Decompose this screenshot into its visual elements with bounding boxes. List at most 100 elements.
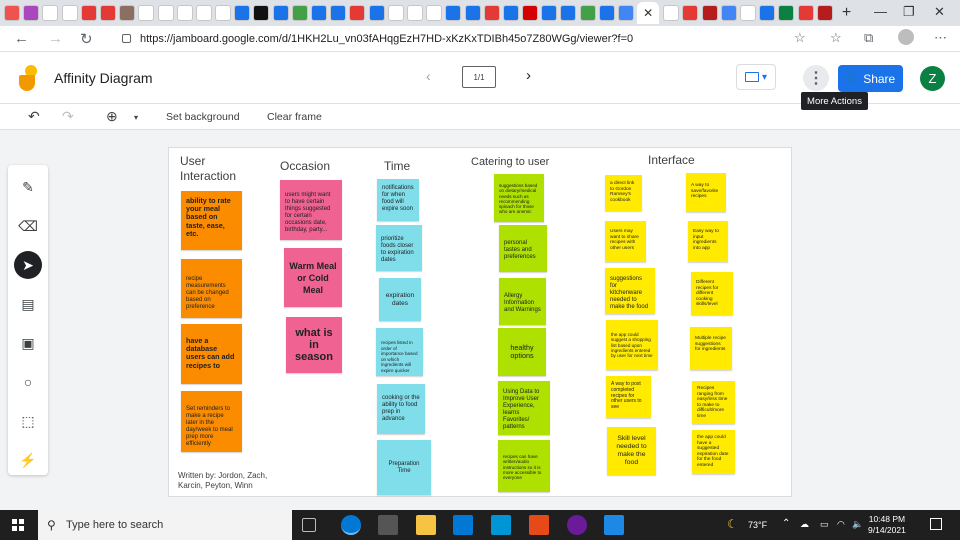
tray-chevron-icon[interactable]: ⌃ (782, 518, 790, 529)
new-tab-icon[interactable]: + (842, 4, 851, 22)
sticky-note[interactable]: have a database users can add recipes to (181, 324, 242, 384)
clock[interactable]: 10:48 PM 9/14/2021 (868, 514, 906, 536)
weather-text[interactable]: 73°F (748, 520, 767, 530)
sticky-note[interactable]: Multiple recipe suggestions for ingredie… (690, 327, 732, 370)
profile-icon[interactable] (898, 29, 914, 45)
battery-icon[interactable]: ▭ (820, 519, 829, 530)
browser-tab[interactable] (759, 5, 776, 21)
sticky-note[interactable]: healthy options (498, 328, 546, 376)
forward-arrow-icon[interactable]: → (48, 30, 63, 47)
sticky-note[interactable]: notifications for when food will expire … (377, 179, 419, 221)
vscode-icon[interactable] (604, 515, 624, 535)
sticky-note[interactable]: suggestions based on dietary/medical nee… (494, 174, 544, 222)
browser-tab[interactable] (42, 5, 59, 21)
laser-icon[interactable]: ⚡ (18, 450, 38, 470)
browser-tab[interactable] (157, 5, 174, 21)
sticky-note[interactable]: A way to post completed recipes for othe… (606, 376, 651, 418)
circle-shape-icon[interactable]: ○ (18, 372, 38, 392)
sticky-note[interactable]: personal tastes and preferences (499, 225, 547, 272)
browser-tab[interactable] (330, 5, 347, 21)
file-explorer-icon[interactable] (416, 515, 436, 535)
tray-app-icon[interactable]: ☁ (800, 519, 809, 530)
minimize-window-icon[interactable]: — (874, 4, 887, 19)
browser-tab[interactable] (406, 5, 423, 21)
pen-icon[interactable]: ✎ (18, 177, 38, 197)
sticky-note[interactable]: Allergy Information and Warnings (499, 278, 546, 325)
sticky-note[interactable]: Using Data to Improve User Experience, l… (498, 381, 550, 435)
browser-tab[interactable] (253, 5, 270, 21)
previous-frame-icon[interactable]: ‹ (426, 68, 431, 84)
browser-tab[interactable] (778, 5, 795, 21)
sticky-note[interactable]: Different recipes for different cooking … (691, 272, 733, 315)
share-button[interactable]: 👤 Share (838, 65, 903, 92)
office-icon[interactable] (529, 515, 549, 535)
sticky-note[interactable]: Skill level needed to make the food (607, 427, 656, 475)
browser-tab[interactable] (4, 5, 20, 21)
browser-tab[interactable] (99, 5, 116, 21)
browser-tab[interactable] (138, 5, 155, 21)
browser-tab[interactable] (272, 5, 289, 21)
browser-tab[interactable] (682, 5, 699, 21)
sticky-note[interactable]: Set reminders to make a recipe later in … (181, 391, 242, 452)
sticky-note[interactable]: users might want to have certain things … (280, 180, 342, 240)
wifi-icon[interactable]: ◠ (837, 519, 845, 530)
sticky-note[interactable]: Users may want to share recipes with oth… (605, 221, 646, 262)
browser-tab[interactable] (483, 5, 500, 21)
sticky-note[interactable]: A way to save/favorite recipes (686, 173, 726, 212)
next-frame-icon[interactable]: › (526, 67, 531, 84)
select-arrow-icon[interactable]: ➤ (14, 251, 42, 279)
set-background-button[interactable]: Set background (166, 111, 240, 123)
sticky-note[interactable]: Warm Meal or Cold Meal (284, 248, 342, 307)
more-actions-button[interactable]: ⋮ (803, 65, 829, 91)
sticky-note[interactable]: the app could have a suggested expiratio… (692, 430, 735, 474)
sticky-note[interactable]: suggestions for kitchenware needed to ma… (605, 268, 655, 314)
browser-tab[interactable] (368, 5, 385, 21)
sticky-note[interactable]: a direct link to Gordon Ramsey's cookboo… (605, 175, 642, 211)
sticky-note[interactable]: what is in season (286, 317, 342, 373)
browser-tab[interactable] (215, 5, 232, 21)
reading-list-icon[interactable]: ☆ (830, 30, 842, 46)
lexia-icon[interactable] (491, 515, 511, 535)
volume-icon[interactable]: 🔈 (852, 519, 863, 530)
store-icon[interactable] (378, 515, 398, 535)
close-window-icon[interactable]: ✕ (934, 4, 945, 20)
sticky-note[interactable]: the app could suggest a shopping list ba… (606, 320, 658, 370)
browser-tab[interactable] (195, 5, 212, 21)
clear-frame-button[interactable]: Clear frame (267, 111, 322, 123)
browser-tab[interactable] (502, 5, 519, 21)
sticky-note[interactable]: recipes can have written/audio instructi… (498, 440, 550, 492)
sticky-note[interactable]: recipes listed in order of importance ba… (376, 328, 423, 376)
browser-tab[interactable] (618, 5, 634, 21)
sticky-note[interactable]: recipe measurements can be changed based… (181, 259, 242, 318)
browser-tab[interactable] (311, 5, 327, 21)
browser-menu-icon[interactable]: ⋯ (934, 30, 947, 46)
image-icon[interactable]: ▣ (18, 333, 38, 353)
browser-tab[interactable] (541, 5, 558, 21)
browser-tab[interactable] (797, 5, 814, 21)
windows-start-icon[interactable] (12, 519, 24, 531)
sticky-note[interactable]: ability to rate your meal based on taste… (181, 191, 242, 250)
frame-bar-button[interactable]: 1/1 (462, 66, 496, 88)
browser-tab[interactable] (579, 5, 596, 21)
url-field[interactable]: https://jamboard.google.com/d/1HKH2Lu_vn… (118, 29, 818, 49)
browser-tab[interactable] (816, 5, 833, 21)
zoom-dropdown-icon[interactable]: ▾ (134, 113, 138, 122)
browser-tab[interactable] (234, 5, 251, 21)
sticky-note[interactable]: Recipes ranging from easy/less time to m… (692, 381, 735, 424)
browser-tab[interactable] (720, 5, 737, 21)
browser-tab[interactable] (80, 5, 97, 21)
browser-tab[interactable] (522, 5, 539, 21)
browser-tab[interactable] (739, 5, 756, 21)
sticky-note[interactable]: Easy way to input ingredients into app (688, 221, 728, 262)
redo-icon[interactable]: ↷ (62, 108, 74, 125)
sticky-note[interactable]: Preparation Time (377, 440, 431, 495)
browser-tab[interactable] (445, 5, 462, 21)
reload-icon[interactable]: ↻ (80, 30, 93, 48)
sticky-note[interactable]: cooking or the ability to food prep in a… (377, 384, 425, 434)
present-button[interactable]: ▾ (736, 64, 776, 90)
bookmark-star-icon[interactable]: ☆ (794, 30, 806, 46)
sticky-note[interactable]: expiration dates (379, 278, 421, 321)
browser-tab[interactable] (349, 5, 366, 21)
text-box-icon[interactable]: ⬚ (18, 411, 38, 431)
back-arrow-icon[interactable]: ← (14, 30, 29, 47)
